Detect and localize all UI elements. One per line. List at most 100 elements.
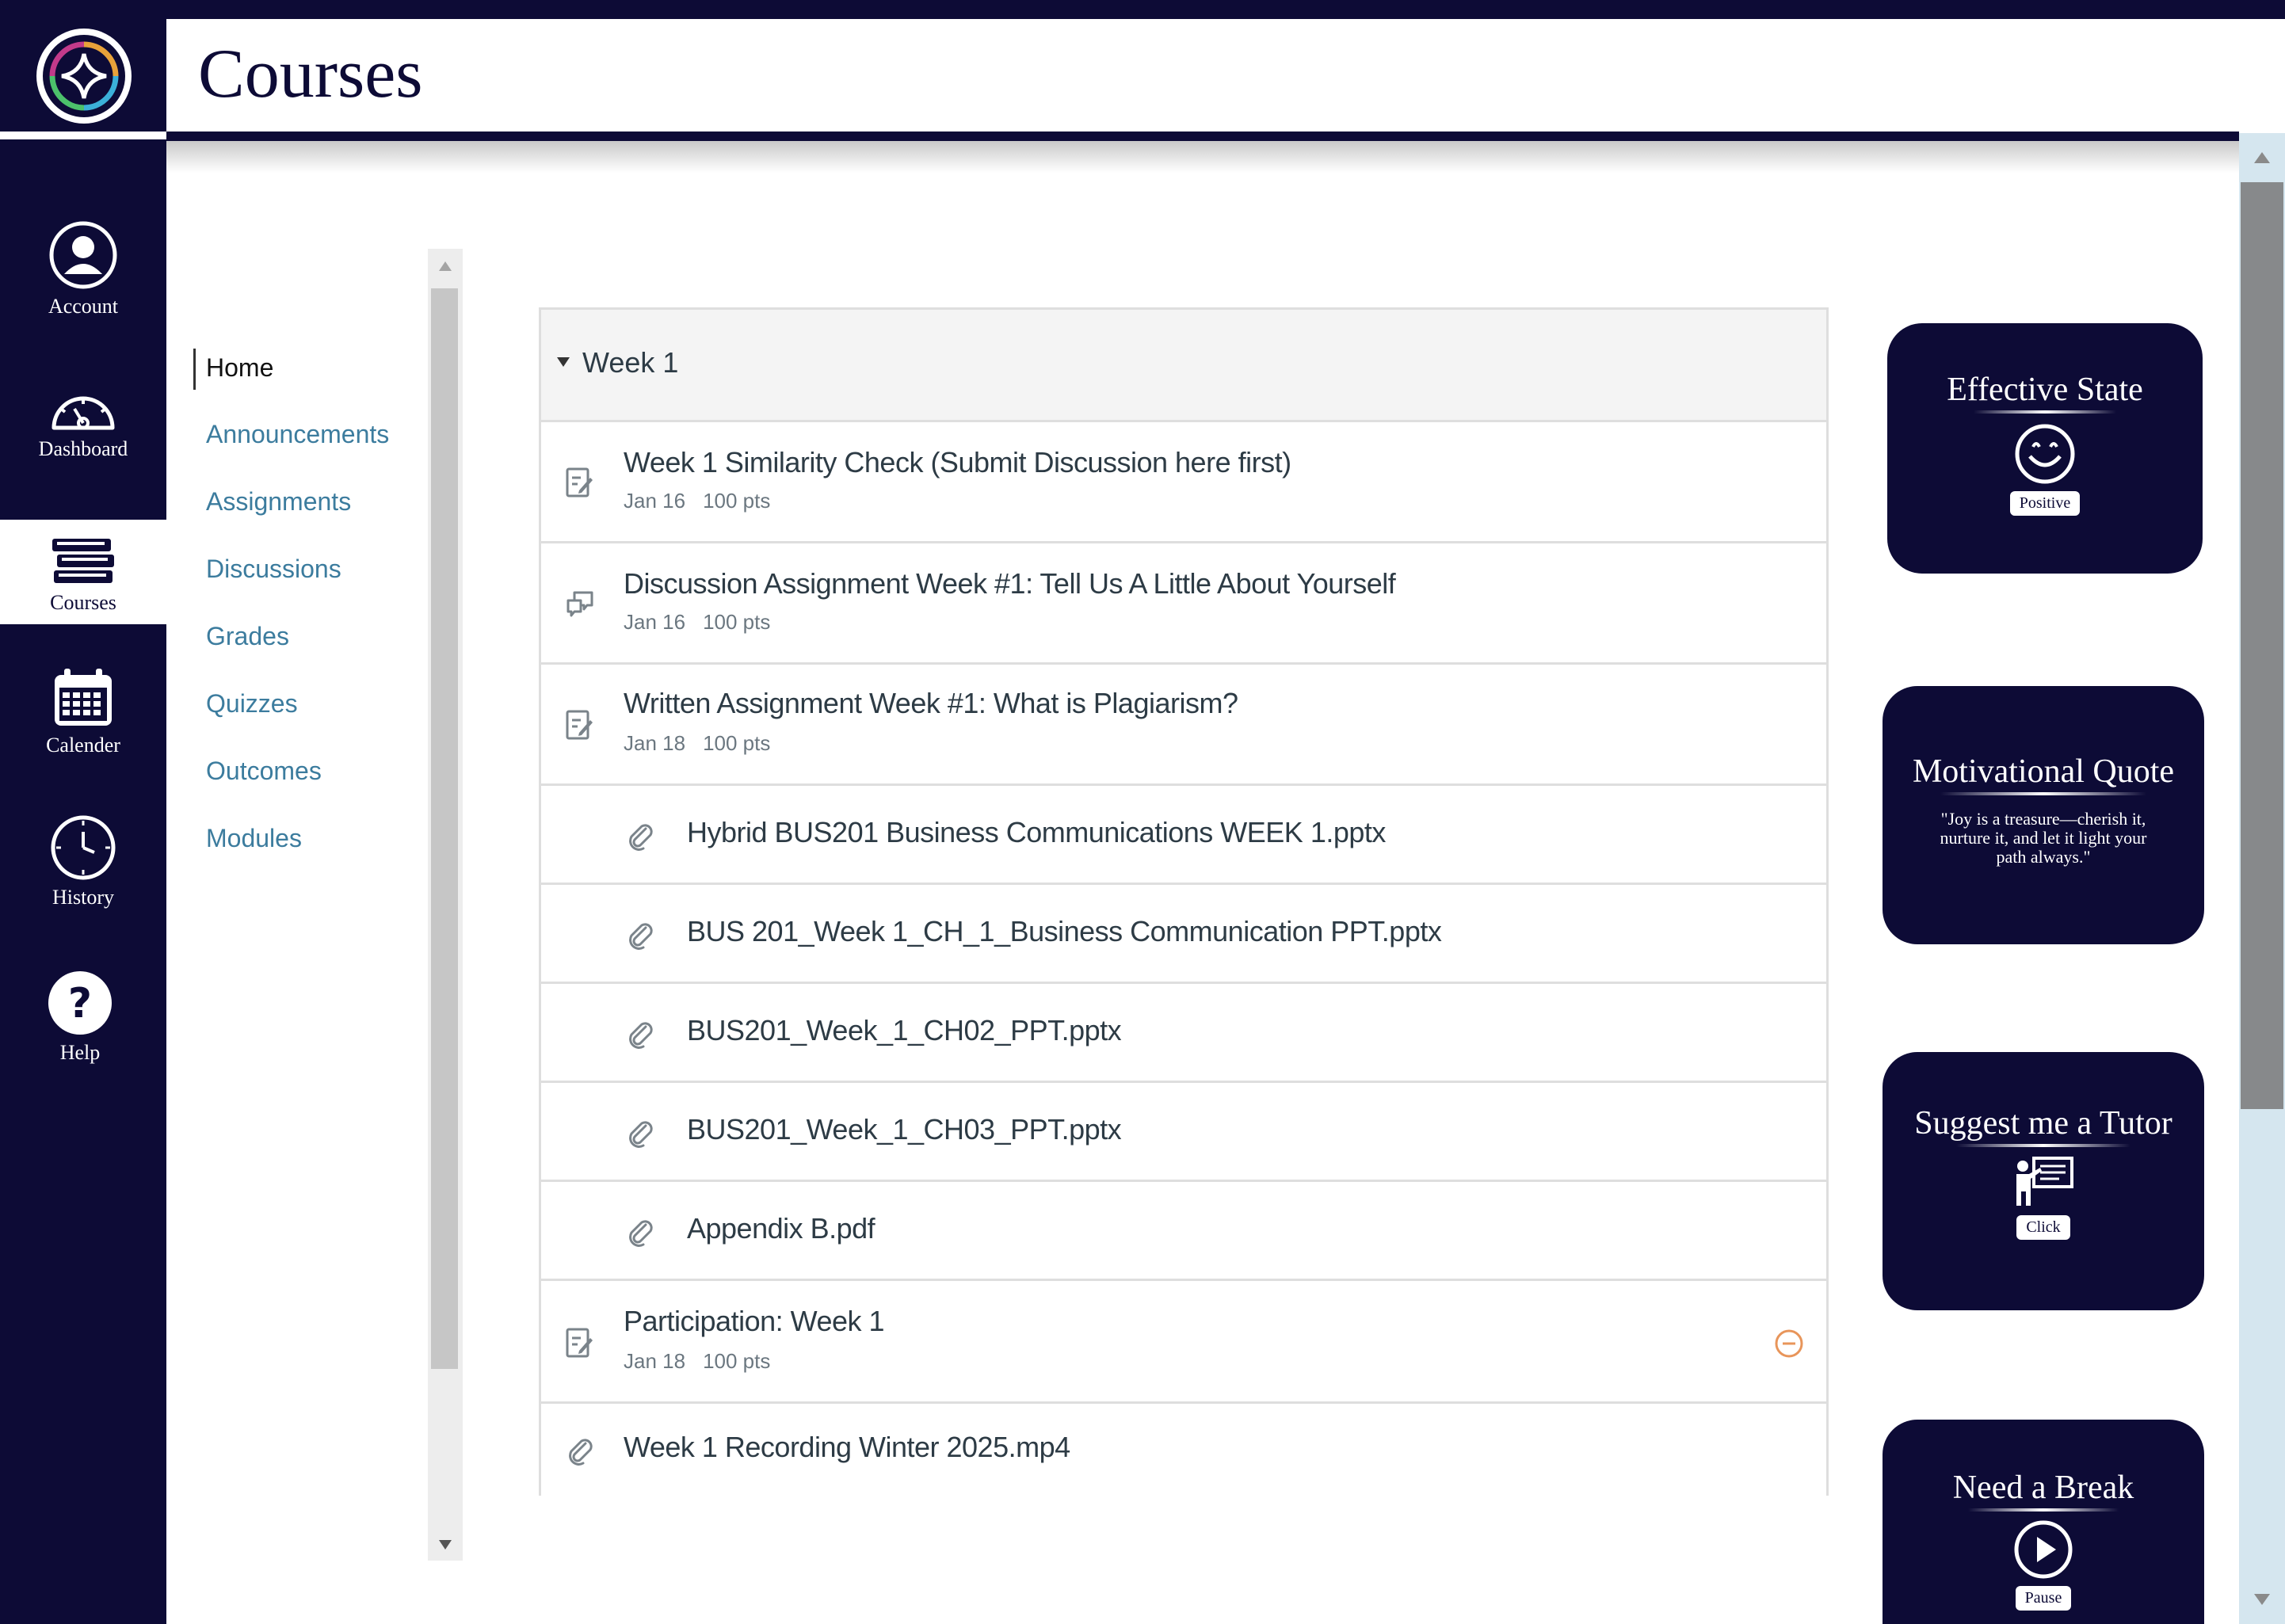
module-item-attachment[interactable]: BUS 201_Week 1_CH_1_Business Communicati… <box>541 885 1826 984</box>
motivational-quote-card: Motivational Quote "Joy is a treasure—ch… <box>1883 686 2204 944</box>
module-item-title[interactable]: Appendix B.pdf <box>687 1212 875 1245</box>
svg-text:?: ? <box>68 980 92 1027</box>
card-title: Need a Break <box>1952 1470 2134 1506</box>
nav-link-quizzes[interactable]: Quizzes <box>206 689 298 719</box>
rail-item-account[interactable]: Account <box>0 220 166 323</box>
suggest-tutor-card: Suggest me a Tutor Click <box>1883 1052 2204 1310</box>
module-item-attachment[interactable]: Hybrid BUS201 Business Communications WE… <box>541 786 1826 885</box>
points: 100 pts <box>703 610 771 634</box>
app-logo[interactable] <box>35 27 133 125</box>
calendar-icon <box>55 669 112 726</box>
module-item-meta: Jan 16 100 pts <box>624 610 788 635</box>
rail-item-history[interactable]: History <box>0 814 166 917</box>
rail-item-dashboard[interactable]: Dashboard <box>0 388 166 491</box>
module-item-assignment[interactable]: Written Assignment Week #1: What is Plag… <box>541 665 1826 786</box>
module-item-title[interactable]: Discussion Assignment Week #1: Tell Us A… <box>624 567 1396 600</box>
page-scroll-thumb[interactable] <box>2241 182 2283 1109</box>
dashboard-gauge-icon <box>51 396 115 430</box>
assignment-icon <box>566 1328 593 1358</box>
module-item-attachment[interactable]: Appendix B.pdf <box>541 1182 1826 1281</box>
suggest-tutor-button[interactable]: Click <box>2016 1215 2070 1240</box>
module-item-meta: Jan 16 100 pts <box>624 489 788 513</box>
effective-state-value: Positive <box>2009 491 2081 516</box>
due-date: Jan 16 <box>624 610 686 634</box>
module-item-assignment[interactable]: Participation: Week 1 Jan 18 100 pts <box>541 1281 1826 1404</box>
card-divider <box>1968 1508 2119 1512</box>
books-icon <box>52 539 114 583</box>
module-panel: Week 1 Week 1 Similarity Check (Submit D… <box>539 307 1829 1496</box>
nav-link-outcomes[interactable]: Outcomes <box>206 757 322 786</box>
left-rail: Account Dashboard Courses Calender Histo… <box>0 0 166 1624</box>
card-title: Motivational Quote <box>1912 753 2175 790</box>
nav-link-grades[interactable]: Grades <box>206 622 289 651</box>
rail-label-help: Help <box>59 1041 101 1064</box>
module-item-attachment[interactable]: BUS201_Week_1_CH02_PPT.pptx <box>541 984 1826 1083</box>
pause-button[interactable]: Pause <box>2015 1586 2072 1611</box>
nav-link-discussions[interactable]: Discussions <box>206 555 341 584</box>
scroll-down-arrow-icon[interactable] <box>439 1540 452 1550</box>
rail-item-help[interactable]: ? Help <box>0 970 163 1073</box>
clock-icon <box>51 815 116 880</box>
rail-label-dashboard: Dashboard <box>38 437 128 460</box>
play-icon[interactable] <box>2013 1519 2073 1580</box>
assignment-icon <box>566 710 593 740</box>
module-item-meta: Jan 18 100 pts <box>624 1349 788 1374</box>
due-date: Jan 18 <box>624 731 686 755</box>
discussion-icon <box>566 591 593 617</box>
module-item-title[interactable]: BUS201_Week_1_CH03_PPT.pptx <box>687 1113 1122 1146</box>
module-item-attachment[interactable]: BUS201_Week_1_CH03_PPT.pptx <box>541 1083 1826 1182</box>
smiley-face-icon <box>2015 424 2075 484</box>
course-nav-scrollbar[interactable] <box>428 249 463 1561</box>
card-title: Effective State <box>1947 372 2143 408</box>
paperclip-icon <box>629 923 653 950</box>
account-icon <box>49 221 117 289</box>
module-item-title[interactable]: Week 1 Similarity Check (Submit Discussi… <box>624 446 1291 479</box>
nav-link-home[interactable]: Home <box>206 353 273 383</box>
points: 100 pts <box>703 731 771 755</box>
module-header[interactable]: Week 1 <box>541 310 1826 422</box>
points: 100 pts <box>703 489 771 513</box>
rail-item-calender[interactable]: Calender <box>0 667 166 770</box>
module-item-meta: Jan 18 100 pts <box>624 731 788 756</box>
rail-item-courses[interactable]: Courses <box>0 520 166 624</box>
nav-link-announcements[interactable]: Announcements <box>206 420 389 449</box>
module-item-title[interactable]: BUS201_Week_1_CH02_PPT.pptx <box>687 1014 1122 1047</box>
module-item-assignment[interactable]: Week 1 Similarity Check (Submit Discussi… <box>541 422 1826 543</box>
assignment-icon <box>566 467 593 497</box>
due-date: Jan 18 <box>624 1349 686 1373</box>
tutor-board-icon <box>2016 1157 2073 1206</box>
rail-label-courses: Courses <box>50 591 116 614</box>
page-header: Courses <box>166 19 2285 133</box>
paperclip-icon <box>569 1439 593 1466</box>
header-underline <box>166 132 2239 141</box>
card-title: Suggest me a Tutor <box>1914 1105 2172 1142</box>
paperclip-icon <box>629 824 653 851</box>
module-title: Week 1 <box>582 346 679 379</box>
module-item-title[interactable]: Participation: Week 1 <box>624 1305 885 1338</box>
module-item-title[interactable]: Hybrid BUS201 Business Communications WE… <box>687 816 1386 849</box>
header-shadow <box>166 141 2239 173</box>
card-divider <box>1940 792 2146 795</box>
question-icon: ? <box>48 971 112 1035</box>
paperclip-icon <box>629 1220 653 1247</box>
rail-label-calender: Calender <box>46 734 120 757</box>
module-item-title[interactable]: BUS 201_Week 1_CH_1_Business Communicati… <box>687 915 1442 948</box>
module-item-title[interactable]: Written Assignment Week #1: What is Plag… <box>624 687 1238 720</box>
logo-separator <box>0 132 166 139</box>
module-item-title[interactable]: Week 1 Recording Winter 2025.mp4 <box>624 1431 1070 1464</box>
due-date: Jan 16 <box>624 489 686 513</box>
page-title: Courses <box>198 36 423 112</box>
paperclip-icon <box>629 1121 653 1148</box>
unpublished-minus-circle-icon[interactable] <box>1774 1329 1804 1359</box>
scroll-up-arrow-icon[interactable] <box>2239 138 2285 177</box>
page-scrollbar[interactable] <box>2239 133 2285 1624</box>
paperclip-icon <box>629 1022 653 1049</box>
module-item-attachment[interactable]: Week 1 Recording Winter 2025.mp4 <box>541 1404 1826 1496</box>
nav-link-assignments[interactable]: Assignments <box>206 487 351 517</box>
scroll-down-arrow-icon[interactable] <box>2239 1580 2285 1619</box>
quote-text: "Joy is a treasure—cherish it, nurture i… <box>1940 809 2147 867</box>
course-nav-scroll-thumb[interactable] <box>431 288 458 1369</box>
module-item-discussion[interactable]: Discussion Assignment Week #1: Tell Us A… <box>541 543 1826 665</box>
scroll-up-arrow-icon[interactable] <box>439 261 452 271</box>
nav-link-modules[interactable]: Modules <box>206 824 302 853</box>
